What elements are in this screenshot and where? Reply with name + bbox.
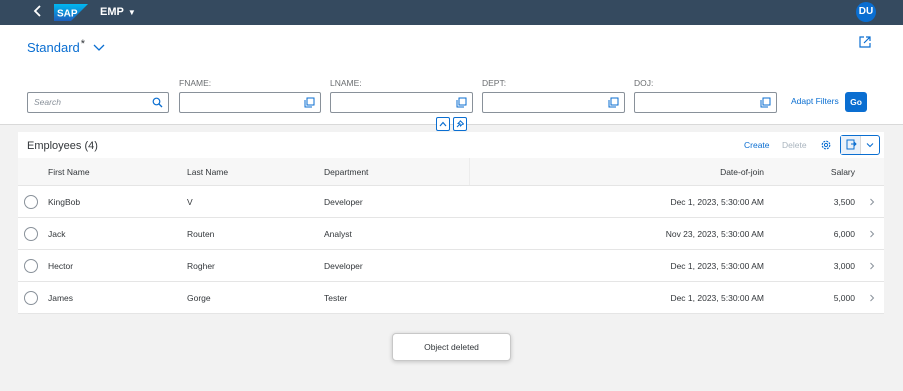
row-navigation-chevron-icon[interactable] [868, 197, 876, 207]
cell-salary: 3,500 [833, 197, 855, 207]
header-divider [0, 124, 903, 125]
message-toast: Object deleted [392, 333, 511, 361]
export-icon [846, 139, 857, 150]
cell-last-name: Gorge [187, 293, 211, 303]
search-input[interactable]: Search [27, 92, 169, 113]
cell-first-name: Hector [48, 261, 74, 271]
cell-date-of-join: Dec 1, 2023, 5:30:00 AM [670, 293, 764, 303]
chevron-up-icon [439, 121, 447, 127]
dept-filter-label: DEPT: [482, 78, 507, 88]
table-header-row: First Name Last Name Department Date-of-… [18, 158, 884, 186]
column-header-last-name[interactable]: Last Name [187, 167, 228, 178]
fname-filter-input[interactable] [179, 92, 321, 113]
export-button[interactable] [841, 136, 861, 154]
app-title-menu[interactable]: EMP ▼ [100, 6, 136, 19]
cell-department: Developer [324, 261, 363, 271]
row-navigation-chevron-icon[interactable] [868, 261, 876, 271]
delete-button[interactable]: Delete [782, 140, 807, 151]
row-select-radio[interactable] [24, 259, 38, 273]
cell-date-of-join: Dec 1, 2023, 5:30:00 AM [670, 261, 764, 271]
cell-department: Analyst [324, 229, 352, 239]
chevron-down-icon [93, 44, 105, 51]
row-select-radio[interactable] [24, 195, 38, 209]
go-button[interactable]: Go [845, 92, 867, 112]
cell-date-of-join: Nov 23, 2023, 5:30:00 AM [665, 229, 764, 239]
fname-filter-label: FNAME: [179, 78, 212, 88]
row-select-radio[interactable] [24, 227, 38, 241]
back-chevron-icon[interactable] [30, 3, 46, 21]
lname-filter-label: LNAME: [330, 78, 362, 88]
share-icon[interactable] [858, 35, 872, 49]
table-row[interactable]: KingBob V Developer Dec 1, 2023, 5:30:00… [18, 186, 884, 218]
column-header-date-of-join[interactable]: Date-of-join [698, 167, 764, 178]
chevron-down-icon [866, 143, 874, 148]
doj-filter-label: DOJ: [634, 78, 654, 88]
collapse-header-button[interactable] [436, 117, 450, 131]
cell-salary: 5,000 [833, 293, 855, 303]
export-button-group [840, 135, 880, 155]
doj-filter-input[interactable] [634, 92, 777, 113]
cell-last-name: V [187, 197, 193, 207]
cell-first-name: James [48, 293, 74, 303]
row-select-radio[interactable] [24, 291, 38, 305]
dept-filter-input[interactable] [482, 92, 625, 113]
value-help-icon[interactable] [608, 97, 619, 108]
cell-date-of-join: Dec 1, 2023, 5:30:00 AM [670, 197, 764, 207]
column-header-department[interactable]: Department [324, 167, 368, 178]
app-title: EMP [100, 6, 124, 18]
value-help-icon[interactable] [760, 97, 771, 108]
column-header-salary[interactable]: Salary [808, 167, 855, 178]
cell-department: Tester [324, 293, 348, 303]
svg-text:SAP: SAP [57, 9, 78, 20]
lname-filter-input[interactable] [330, 92, 473, 113]
sap-logo[interactable]: SAP [54, 4, 88, 21]
create-button[interactable]: Create [744, 140, 770, 151]
export-dropdown-button[interactable] [861, 136, 879, 154]
cell-last-name: Rogher [187, 261, 215, 271]
pin-header-button[interactable] [453, 117, 467, 131]
search-icon[interactable] [152, 97, 163, 108]
adapt-filters-button[interactable]: Adapt Filters [791, 96, 839, 107]
filter-header: Standard * Search FNAME: LNAME: DEPT: DO… [0, 25, 903, 125]
table-row[interactable]: Hector Rogher Developer Dec 1, 2023, 5:3… [18, 250, 884, 282]
gear-icon[interactable] [820, 139, 832, 151]
variant-selector[interactable]: Standard * [27, 38, 105, 56]
variant-name: Standard [27, 40, 80, 55]
pin-icon [456, 120, 464, 128]
cell-first-name: KingBob [48, 197, 81, 207]
column-header-first-name[interactable]: First Name [48, 167, 90, 178]
search-placeholder: Search [34, 97, 61, 107]
table-title: Employees (4) [27, 140, 98, 152]
shell-bar: SAP EMP ▼ DU [0, 0, 903, 25]
column-separator [469, 158, 470, 185]
cell-salary: 3,000 [833, 261, 855, 271]
table-row[interactable]: Jack Routen Analyst Nov 23, 2023, 5:30:0… [18, 218, 884, 250]
value-help-icon[interactable] [456, 97, 467, 108]
cell-salary: 6,000 [833, 229, 855, 239]
row-navigation-chevron-icon[interactable] [868, 229, 876, 239]
cell-department: Developer [324, 197, 363, 207]
cell-first-name: Jack [48, 229, 66, 239]
variant-modified-marker: * [80, 38, 86, 50]
user-avatar[interactable]: DU [856, 2, 876, 22]
cell-last-name: Routen [187, 229, 215, 239]
employees-table-panel: Employees (4) Create Delete First Name L… [18, 132, 884, 314]
caret-down-icon: ▼ [127, 8, 136, 17]
value-help-icon[interactable] [304, 97, 315, 108]
row-navigation-chevron-icon[interactable] [868, 293, 876, 303]
table-row[interactable]: James Gorge Tester Dec 1, 2023, 5:30:00 … [18, 282, 884, 314]
